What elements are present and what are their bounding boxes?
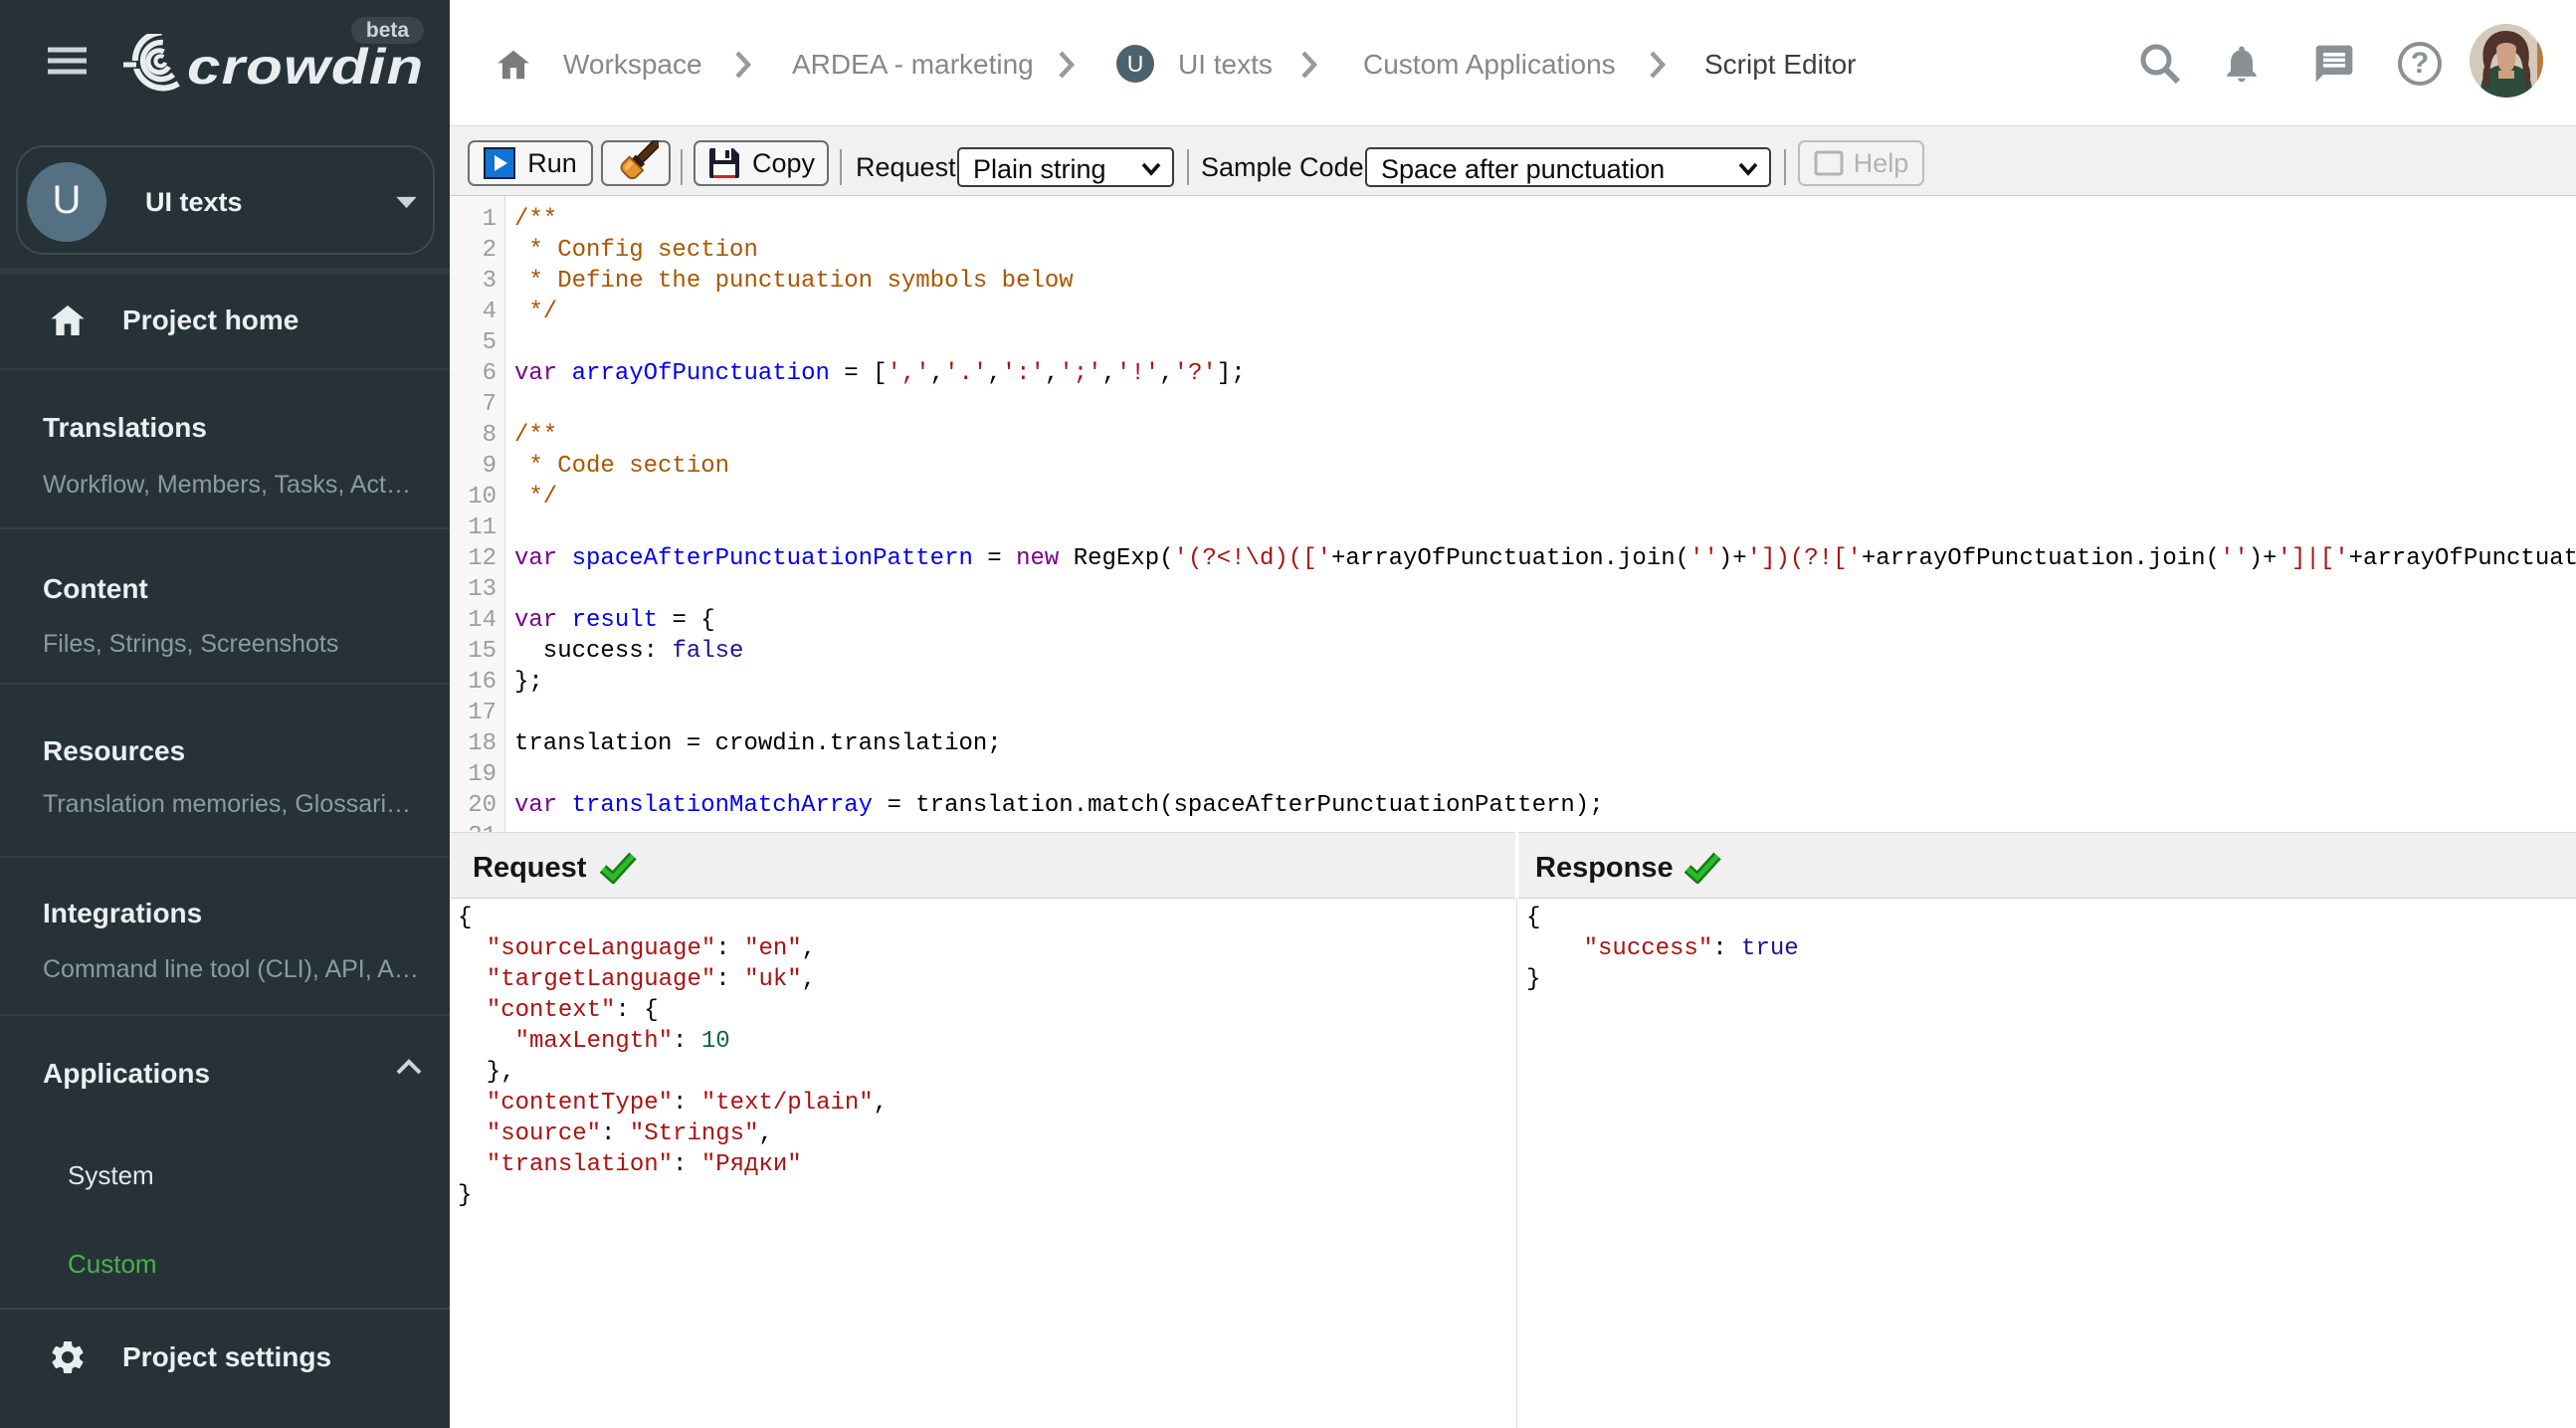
svg-text:?: ?: [2411, 47, 2429, 80]
